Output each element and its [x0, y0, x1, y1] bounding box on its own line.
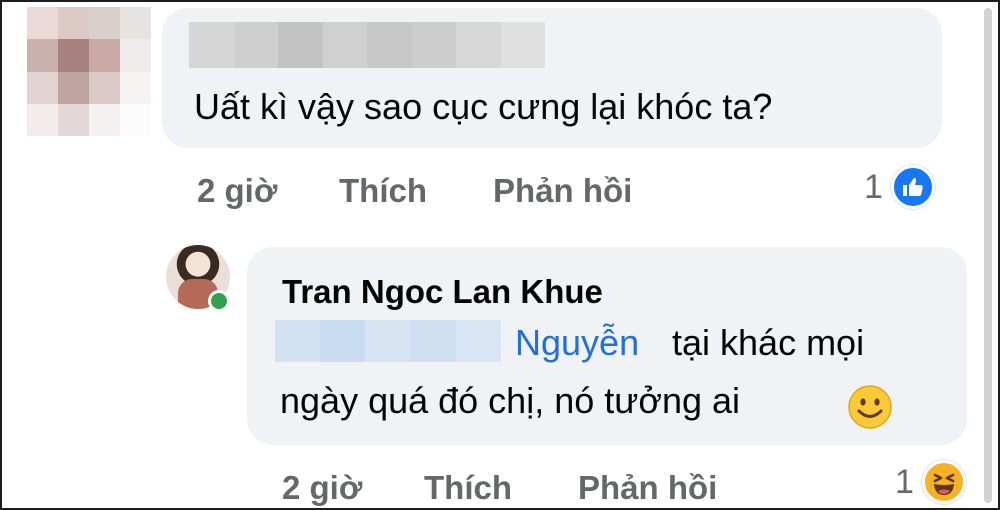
- comment-bubble: Uất kì vậy sao cục cưng lại khóc ta?: [162, 8, 942, 148]
- like-icon: [890, 165, 935, 209]
- reaction-count: 1: [895, 462, 914, 501]
- comment-time[interactable]: 2 giờ: [197, 172, 277, 210]
- avatar-pixelated[interactable]: [27, 7, 151, 136]
- comment-text: Uất kì vậy sao cục cưng lại khóc ta?: [194, 86, 773, 127]
- smiling-face-icon: [848, 385, 892, 429]
- like-button[interactable]: Thích: [424, 469, 512, 507]
- like-button[interactable]: Thích: [339, 172, 427, 210]
- haha-icon: [921, 460, 966, 504]
- reply-author-name[interactable]: Tran Ngoc Lan Khue: [282, 273, 603, 311]
- reply-button[interactable]: Phản hồi: [493, 172, 632, 210]
- reaction-count: 1: [864, 167, 883, 206]
- reply-bubble: Tran Ngoc Lan Khue Nguyễn tại khác mọi n…: [247, 247, 967, 445]
- author-name-pixelated[interactable]: [189, 22, 545, 68]
- online-status-icon: [208, 290, 230, 312]
- reply-time[interactable]: 2 giờ: [282, 469, 362, 507]
- scrollbar[interactable]: [984, 8, 992, 503]
- reaction-summary[interactable]: 1: [864, 165, 935, 209]
- mention-pixelated[interactable]: [275, 320, 502, 362]
- comment-thread: Uất kì vậy sao cục cưng lại khóc ta? 2 g…: [0, 0, 1000, 510]
- mention-link[interactable]: Nguyễn: [515, 322, 639, 364]
- reaction-summary[interactable]: 1: [895, 460, 966, 504]
- reply-button[interactable]: Phản hồi: [578, 469, 717, 507]
- reply-text-line2: ngày quá đó chị, nó tưởng ai: [280, 380, 741, 421]
- reply-text-line1: tại khác mọi: [672, 322, 865, 363]
